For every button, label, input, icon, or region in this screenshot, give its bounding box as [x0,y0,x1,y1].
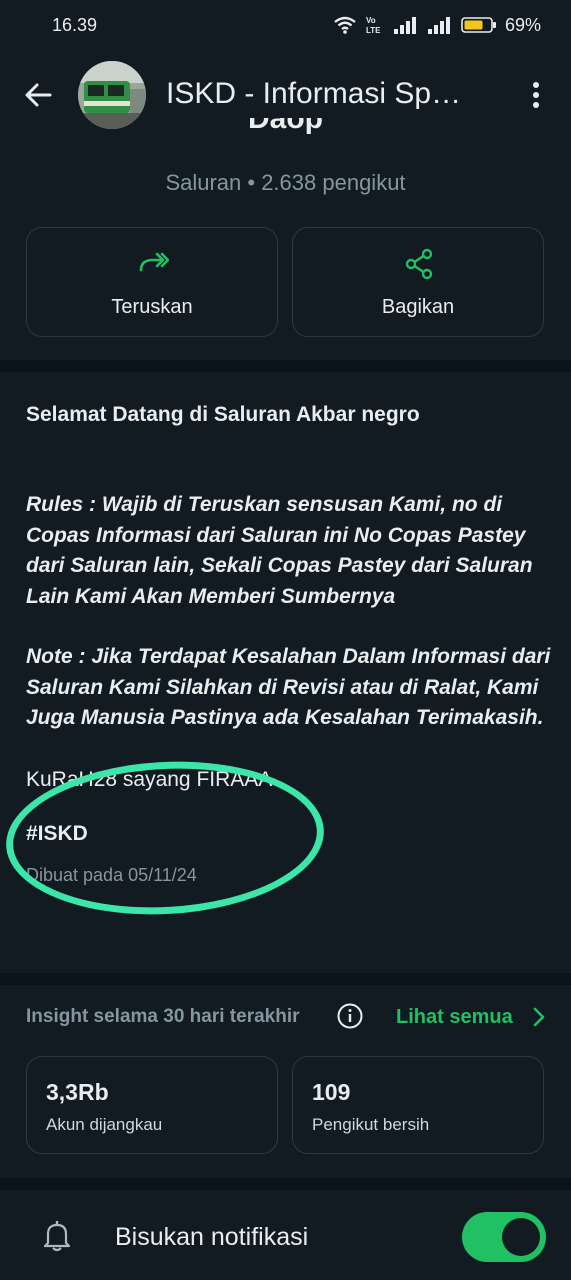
stat-label: Pengikut bersih [312,1115,430,1134]
svg-text:Vo: Vo [366,16,376,25]
battery-percent: 69% [504,14,541,35]
mute-notifications-label: Bisukan notifikasi [115,1223,309,1251]
share-label: Bagikan [381,296,455,318]
insights-label: Insight selama 30 hari terakhir [26,1006,300,1027]
chevron-right-icon[interactable] [530,1006,548,1028]
info-icon[interactable] [336,1002,364,1030]
toggle-knob [502,1218,540,1256]
arrow-left-icon[interactable] [22,79,54,111]
signal-icon [427,17,450,34]
channel-subtitle: Saluran • 2.638 pengikut [165,170,406,195]
forward-label: Teruskan [111,296,193,318]
forward-icon [139,252,169,272]
section-divider [0,1178,571,1190]
svg-text:LTE: LTE [366,26,381,35]
status-icons: Vo LTE 69% [333,15,541,36]
status-time: 16.39 [52,14,98,35]
signal-icon [393,17,416,34]
mute-notifications-row[interactable]: Bisukan notifikasi [0,1195,571,1280]
rules-text: Rules : Wajib di Teruskan sensusan Kami,… [26,493,533,608]
see-all-link[interactable]: Lihat semua [396,1006,513,1029]
mute-toggle[interactable] [462,1212,546,1262]
share-button[interactable]: Bagikan [292,227,544,337]
stat-value: 3,3Rb [46,1079,109,1105]
stat-label: Akun dijangkau [46,1115,163,1134]
channel-name-text: Daop [248,118,323,135]
channel-title[interactable]: ISKD - Informasi Sp… [166,77,496,111]
status-bar: 16.39 Vo LTE 69% [0,0,571,50]
stat-value: 109 [312,1079,351,1105]
bell-icon [43,1221,71,1252]
channel-name-partial: Daop [0,118,571,156]
section-divider [0,973,571,985]
more-vertical-icon[interactable] [522,79,550,111]
forward-button[interactable]: Teruskan [26,227,278,337]
section-divider [0,360,571,372]
stat-card-followers[interactable]: 109 Pengikut bersih [292,1056,544,1154]
insights-header: Insight selama 30 hari terakhir Lihat se… [26,1002,551,1034]
share-icon [405,248,433,280]
battery-icon [461,17,496,33]
welcome-text: Selamat Datang di Saluran Akbar negro [26,403,420,426]
volte-icon: Vo LTE [366,16,381,35]
stat-card-reach[interactable]: 3,3Rb Akun dijangkau [26,1056,278,1154]
wifi-icon [334,16,356,34]
note-text: Note : Jika Terdapat Kesalahan Dalam Inf… [26,645,551,729]
